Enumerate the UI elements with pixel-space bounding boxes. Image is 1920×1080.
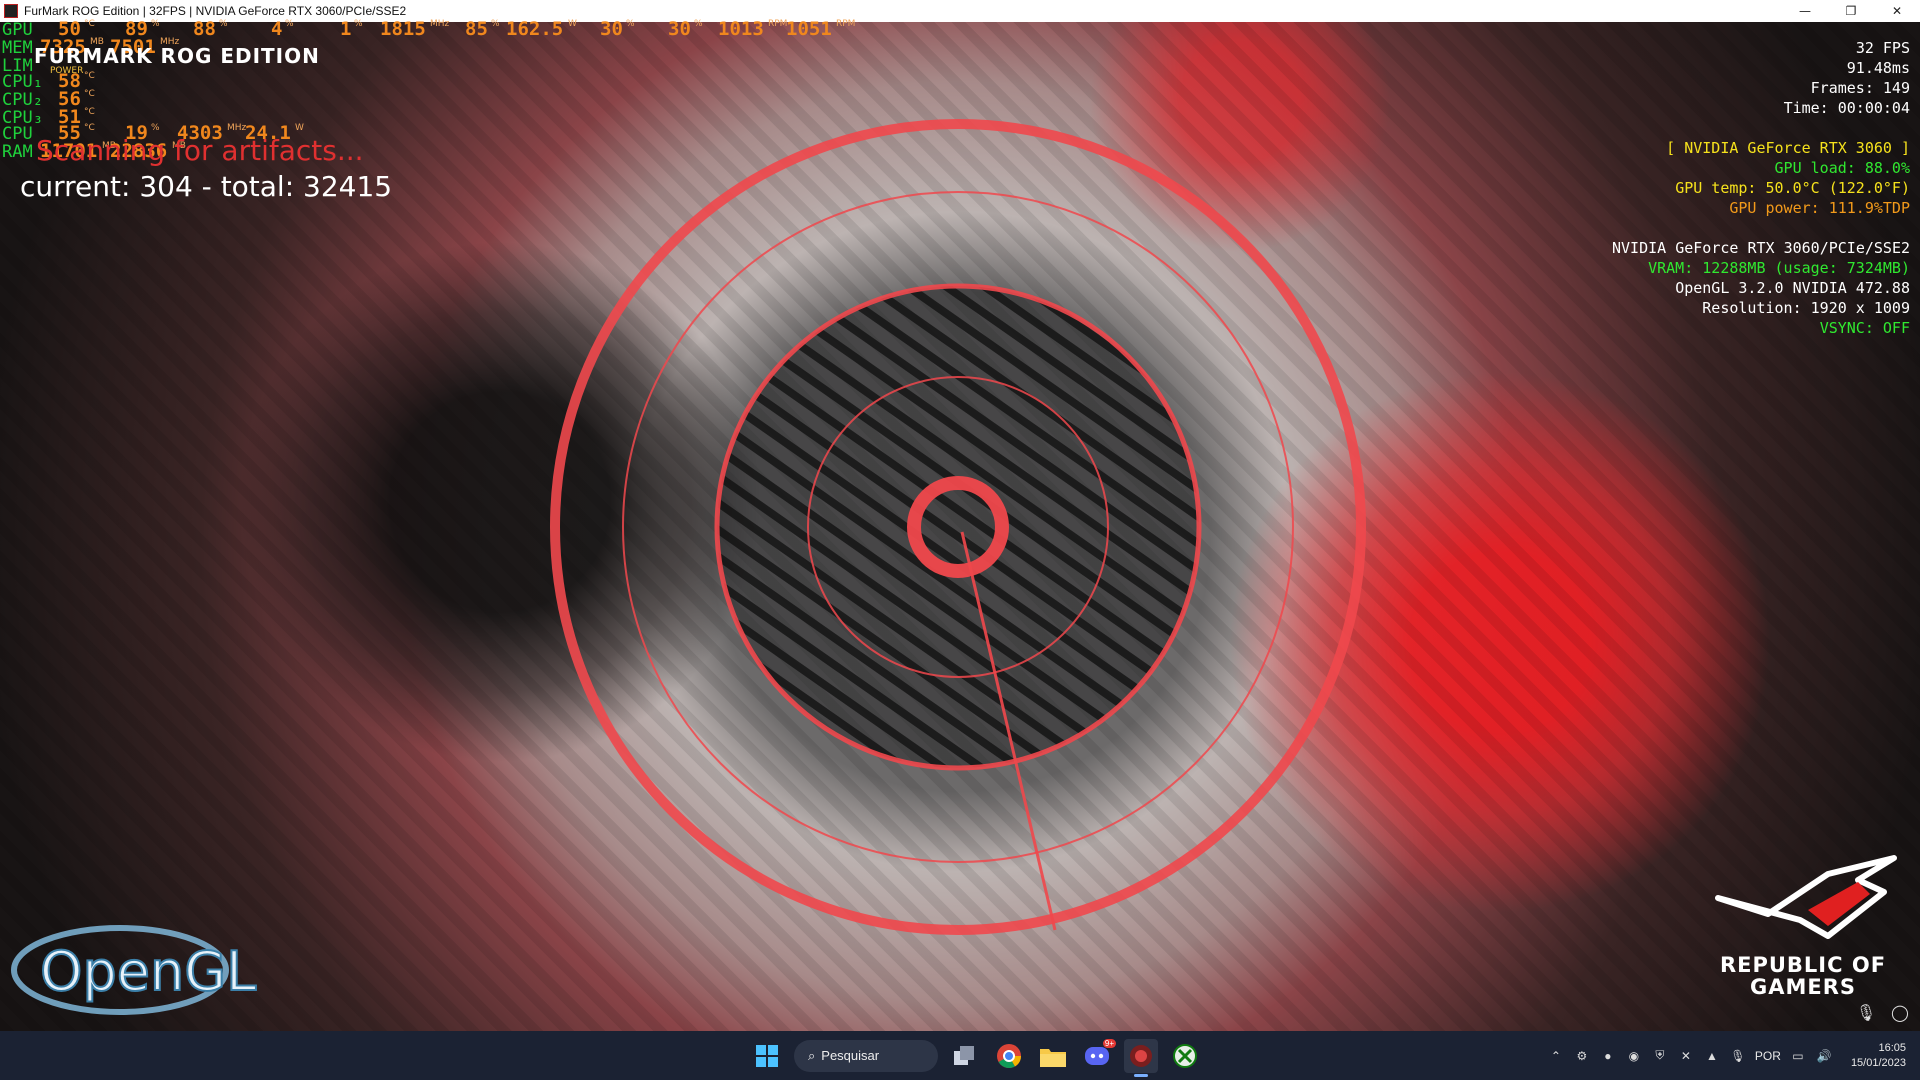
- hud-value: 85: [465, 18, 488, 40]
- hud-value: 4: [271, 18, 283, 40]
- hud-value: 1013: [718, 18, 764, 40]
- opengl-version: OpenGL 3.2.0 NVIDIA 472.88: [1675, 279, 1910, 297]
- hud-unit: °C: [84, 71, 95, 81]
- gpu-temp: GPU temp: 50.0°C (122.0°F): [1675, 179, 1910, 197]
- time-readout: Time: 00:00:04: [1783, 99, 1910, 117]
- system-tray: ⌃ ⚙ ● ◉ ⛨ ✕ ▲ 🎙 POR ▭ 🔊 16:05 15/01/2023: [1547, 1031, 1920, 1080]
- taskbar: ⌕ Pesquisar 9+ ⌃ ⚙ ● ◉ ⛨ ✕ ▲ 🎙 POR ▭ 🔊 1…: [0, 1031, 1920, 1080]
- gpu-power: GPU power: 111.9%TDP: [1729, 199, 1910, 217]
- rog-line2: GAMERS: [1749, 975, 1857, 999]
- window-title: FurMark ROG Edition | 32FPS | NVIDIA GeF…: [24, 4, 407, 18]
- search-label: Pesquisar: [821, 1048, 880, 1063]
- hud-unit: %: [151, 19, 160, 29]
- taskbar-search[interactable]: ⌕ Pesquisar: [794, 1039, 938, 1072]
- volume-icon[interactable]: 🔊: [1815, 1047, 1833, 1065]
- minimize-button[interactable]: —: [1782, 0, 1828, 22]
- hud-unit: RPM: [836, 19, 856, 29]
- close-button[interactable]: ✕: [1874, 0, 1920, 22]
- clock-date: 15/01/2023: [1850, 1056, 1906, 1069]
- steam-tray-icon[interactable]: ◉: [1625, 1047, 1643, 1065]
- furmark-logo: FURMARK ROG EDITION: [34, 44, 320, 68]
- gpu-load: GPU load: 88.0%: [1774, 159, 1910, 177]
- hud-unit: MHz: [227, 123, 247, 133]
- hud-value: 1051: [786, 18, 832, 40]
- hud-unit: W: [568, 19, 577, 29]
- hud-row-label: CPU₁: [2, 72, 43, 92]
- window-controls: — ❐ ✕: [1782, 0, 1920, 22]
- hud-unit: MHz: [430, 19, 450, 29]
- hud-unit: %: [285, 19, 294, 29]
- opengl-logo: OpenGL: [8, 918, 258, 1022]
- resolution-readout: Resolution: 1920 x 1009: [1702, 299, 1910, 317]
- hud-row-label: CPU₂: [2, 90, 43, 110]
- hud-unit: °C: [84, 19, 95, 29]
- hud-unit: %: [626, 19, 635, 29]
- hud-row-label: GPU: [2, 20, 33, 40]
- artifact-count: current: 304 - total: 32415: [20, 170, 393, 203]
- network-icon[interactable]: ▭: [1789, 1047, 1807, 1065]
- taskbar-apps: ⌕ Pesquisar 9+: [750, 1031, 1202, 1080]
- overlay-corner-icons: 🎙 ◯: [1854, 1000, 1912, 1024]
- discord-tray-icon[interactable]: ●: [1599, 1047, 1617, 1065]
- chevron-up-icon[interactable]: ⌃: [1547, 1047, 1565, 1065]
- hud-value: 88: [193, 18, 216, 40]
- defender-shield-icon[interactable]: ⛨: [1651, 1047, 1669, 1065]
- xbox-icon[interactable]: [1168, 1039, 1202, 1073]
- vram-readout: VRAM: 12288MB (usage: 7324MB): [1648, 259, 1910, 277]
- hud-unit: %: [694, 19, 703, 29]
- vsync-readout: VSYNC: OFF: [1819, 319, 1910, 337]
- discord-icon[interactable]: 9+: [1080, 1038, 1116, 1073]
- renderer-string: NVIDIA GeForce RTX 3060/PCIe/SSE2: [1611, 239, 1910, 257]
- clock-time: 16:05: [1878, 1041, 1906, 1054]
- furmark-app-icon: [4, 4, 18, 18]
- rog-eye-logo: [1715, 855, 1897, 939]
- opengl-logo-graphic: OpenGL: [11, 925, 257, 1015]
- frametime-readout: 91.48ms: [1846, 59, 1910, 77]
- hud-unit: %: [491, 19, 500, 29]
- rog-line1: REPUBLIC OF: [1719, 953, 1887, 977]
- rog-branding: REPUBLIC OF GAMERS: [1708, 840, 1898, 998]
- refresh-circle-icon[interactable]: ◯: [1888, 1000, 1912, 1024]
- opengl-logo-text: OpenGL: [40, 940, 256, 1003]
- xbox-tray-icon[interactable]: ✕: [1677, 1047, 1695, 1065]
- hud-stats-panel: 32 FPS 91.48ms Frames: 149 Time: 00:00:0…: [1612, 38, 1910, 338]
- furmark-taskbar-icon[interactable]: [1124, 1038, 1158, 1077]
- hud-unit: %: [354, 19, 363, 29]
- hud-unit: RPM: [768, 19, 788, 29]
- hud-row-label: MEM: [2, 38, 33, 58]
- hud-unit: °C: [84, 89, 95, 99]
- hud-value: 162.5: [506, 18, 564, 40]
- tray-app-icon-1[interactable]: ⚙: [1573, 1047, 1591, 1065]
- nvidia-tray-icon[interactable]: ▲: [1703, 1047, 1721, 1065]
- hud-unit: °C: [84, 107, 95, 117]
- hud-value: 1: [340, 18, 352, 40]
- hud-value: 30: [668, 18, 691, 40]
- search-icon: ⌕: [808, 1047, 816, 1063]
- hud-unit: W: [295, 123, 304, 133]
- restore-button[interactable]: ❐: [1828, 0, 1874, 22]
- hud-unit: °C: [84, 123, 95, 133]
- gpu-name: [ NVIDIA GeForce RTX 3060 ]: [1666, 139, 1910, 157]
- language-indicator[interactable]: POR: [1755, 1049, 1781, 1063]
- hud-row-label: CPU: [2, 124, 33, 144]
- hud-value: 30: [600, 18, 623, 40]
- frames-readout: Frames: 149: [1810, 79, 1910, 97]
- discord-badge: 9+: [1102, 1038, 1116, 1048]
- file-explorer-icon[interactable]: [1036, 1039, 1070, 1073]
- hud-value: 1815: [380, 18, 426, 40]
- chrome-icon[interactable]: [992, 1039, 1026, 1073]
- task-view-icon[interactable]: [948, 1039, 982, 1073]
- hud-unit: %: [219, 19, 228, 29]
- start-windows-icon[interactable]: [750, 1039, 784, 1073]
- hud-row-label: RAM: [2, 142, 33, 162]
- fps-readout: 32 FPS: [1855, 39, 1910, 57]
- microphone-icon[interactable]: 🎙: [1854, 1000, 1878, 1024]
- hud-unit: %: [151, 123, 160, 133]
- taskbar-clock[interactable]: 16:05 15/01/2023: [1851, 1041, 1906, 1071]
- microphone-tray-icon[interactable]: 🎙: [1729, 1047, 1747, 1065]
- artifact-scan-status: Scanning for artifacts...: [36, 134, 364, 167]
